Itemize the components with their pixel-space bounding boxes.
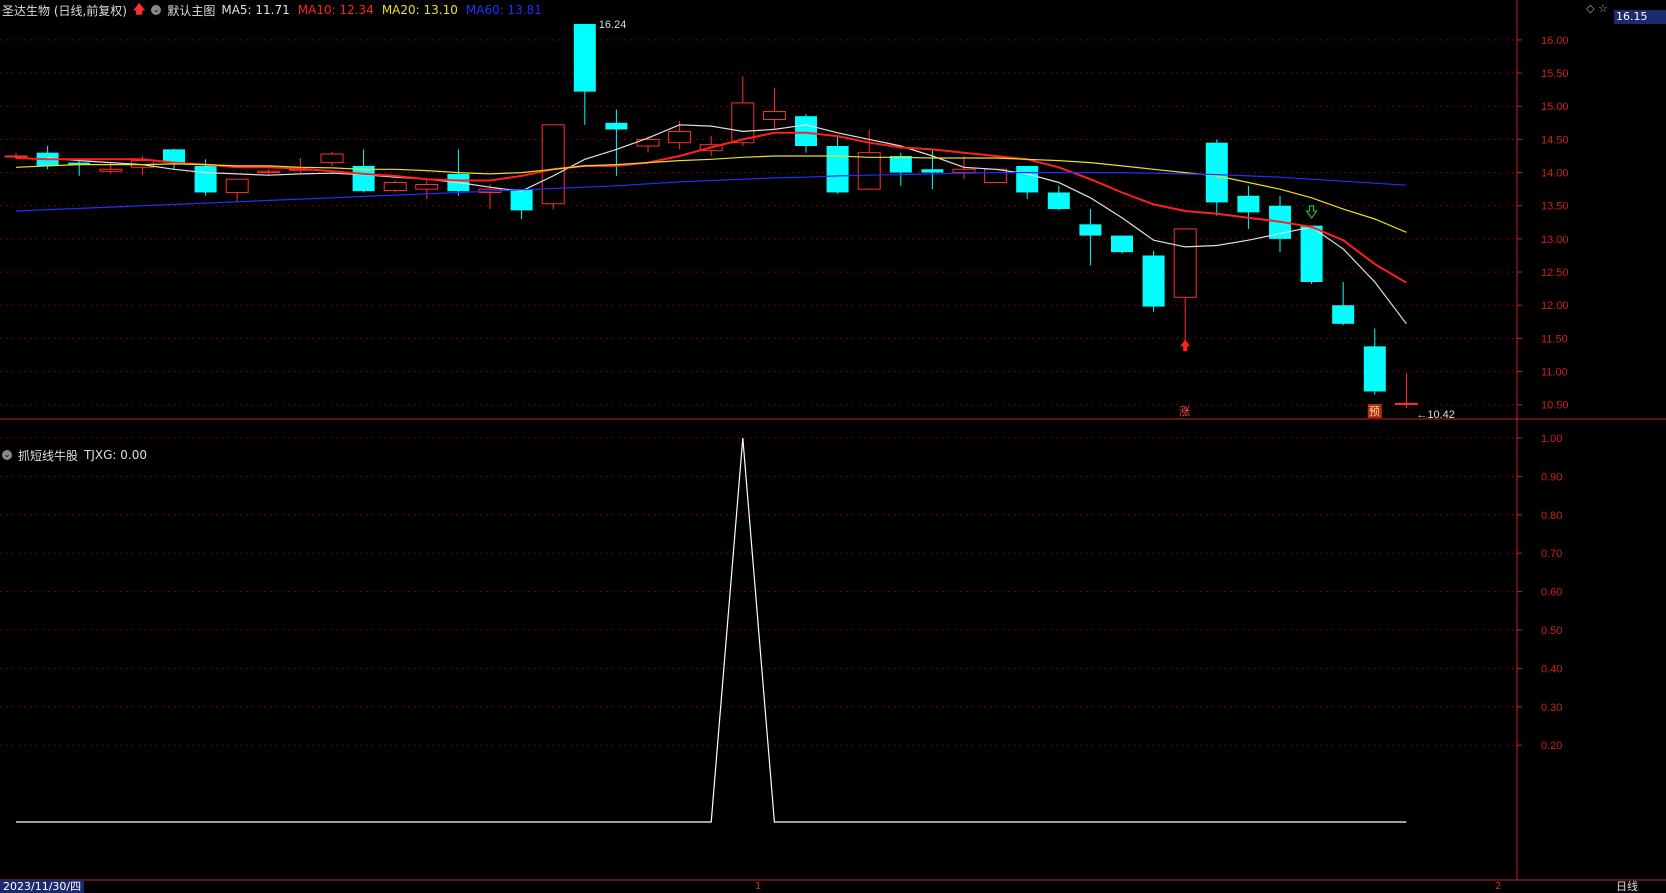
candle-body xyxy=(1237,195,1260,213)
indicator-name[interactable]: 抓短线牛股 xyxy=(18,447,78,464)
candle-body xyxy=(383,182,407,191)
tjxg-line xyxy=(16,437,1407,823)
candle-body xyxy=(1394,402,1418,405)
candle-body xyxy=(99,168,123,172)
candle-body xyxy=(415,184,439,190)
main-tick-label: 12.50 xyxy=(1541,267,1569,279)
main-tick-label: 15.50 xyxy=(1541,68,1569,80)
sub-tick-label: 0.60 xyxy=(1541,587,1562,599)
ma-legend-3: MA60: 13.81 xyxy=(465,3,542,17)
candle-body xyxy=(320,153,344,164)
stock-name[interactable]: 圣达生物 (日线,前复权) xyxy=(2,2,127,19)
chart-canvas[interactable]: 10.5011.0011.5012.0012.5013.0013.5014.00… xyxy=(0,0,1666,893)
candle-body xyxy=(921,169,944,173)
main-tick-label: 14.50 xyxy=(1541,134,1569,146)
corner-icons[interactable]: ◇ ☆ xyxy=(1586,2,1608,15)
main-tick-label: 11.00 xyxy=(1541,367,1568,379)
sub-tick-label: 0.40 xyxy=(1541,663,1562,675)
candle-body xyxy=(952,168,976,174)
candle-body xyxy=(1079,224,1102,236)
sub-tick-label: 0.30 xyxy=(1541,702,1562,714)
candle-body xyxy=(573,23,596,92)
candle-body xyxy=(1142,255,1165,307)
ma-legend-2: MA20: 13.10 xyxy=(381,3,458,17)
candle-body xyxy=(1016,165,1039,193)
buy-arrow-icon xyxy=(1180,339,1191,352)
candle-body xyxy=(4,155,28,158)
sub-tick-label: 0.20 xyxy=(1541,740,1562,752)
sub-tick-label: 0.70 xyxy=(1541,548,1562,560)
candle-body xyxy=(857,152,881,190)
marker-tag-2: 2 xyxy=(1495,881,1502,892)
low-price-label: ←10.42 xyxy=(1416,409,1455,421)
ma-legend-0: MA5: 11.71 xyxy=(221,3,290,17)
candle-body xyxy=(668,130,692,144)
main-tick-label: 16.00 xyxy=(1541,35,1569,47)
candle-body xyxy=(163,149,185,163)
candle-body xyxy=(605,122,628,130)
ma-legend-1: MA10: 12.34 xyxy=(297,3,374,17)
chevron-down-icon[interactable]: ⌄ xyxy=(2,450,12,460)
ma-line-MA60 xyxy=(15,172,1407,212)
candle-body xyxy=(1300,225,1323,283)
ma-legend: MA5: 11.71 MA10: 12.34 MA20: 13.10 MA60: 13… xyxy=(221,3,542,17)
candle-body xyxy=(510,189,533,211)
main-tick-label: 11.50 xyxy=(1541,333,1568,345)
current-price-box: 16.15 xyxy=(1614,10,1666,24)
ma-line-MA5 xyxy=(47,124,1407,325)
date-box: 2023/11/30/四 xyxy=(0,880,85,893)
candle-body xyxy=(1111,235,1133,253)
candle-body xyxy=(257,170,281,174)
period-label[interactable]: 日线 xyxy=(1610,880,1666,893)
up-arrow-icon: 🡅 xyxy=(133,1,146,16)
sub-tick-label: 1.00 xyxy=(1541,433,1562,445)
sub-tick-label: 0.80 xyxy=(1541,510,1562,522)
main-chart-label[interactable]: 默认主图 xyxy=(167,2,215,19)
up-tag-label: 涨 xyxy=(1179,405,1190,418)
main-tick-label: 14.00 xyxy=(1541,168,1569,180)
indicator-header: ⌄ 抓短线牛股 TJXG: 0.00 xyxy=(2,446,147,464)
candle-body xyxy=(225,178,249,193)
forecast-tag-label: 预 xyxy=(1369,405,1380,418)
sub-tick-label: 0.90 xyxy=(1541,471,1562,483)
candle-body xyxy=(1332,305,1355,324)
candle-body xyxy=(1173,228,1197,298)
main-tick-label: 12.00 xyxy=(1541,300,1569,312)
candle-body xyxy=(731,102,755,144)
candle-body xyxy=(541,124,565,205)
candle-body xyxy=(984,168,1008,184)
sell-arrow-icon xyxy=(1305,205,1318,219)
main-chart-header: 圣达生物 (日线,前复权) 🡅 ⌄ 默认主图 MA5: 11.71 MA10: 1… xyxy=(2,1,542,19)
indicator-value: TJXG: 0.00 xyxy=(84,448,147,462)
candle-body xyxy=(889,155,912,173)
candle-body xyxy=(795,116,817,147)
sub-tick-label: 0.50 xyxy=(1541,625,1562,637)
marker-tag-1: 1 xyxy=(755,881,762,892)
candle-body xyxy=(1363,346,1386,392)
candle-body xyxy=(194,165,217,193)
chevron-down-icon[interactable]: ⌄ xyxy=(151,5,162,15)
candle-body xyxy=(1047,192,1070,210)
ma-line-MA20 xyxy=(15,155,1407,233)
high-price-label: 16.24 xyxy=(599,19,627,31)
main-tick-label: 10.50 xyxy=(1541,400,1569,412)
candle-body xyxy=(826,146,849,193)
main-tick-label: 13.00 xyxy=(1541,234,1569,246)
main-tick-label: 15.00 xyxy=(1541,101,1569,113)
main-tick-label: 13.50 xyxy=(1541,201,1569,213)
candle-body xyxy=(762,111,786,121)
candle-body xyxy=(1205,142,1228,203)
